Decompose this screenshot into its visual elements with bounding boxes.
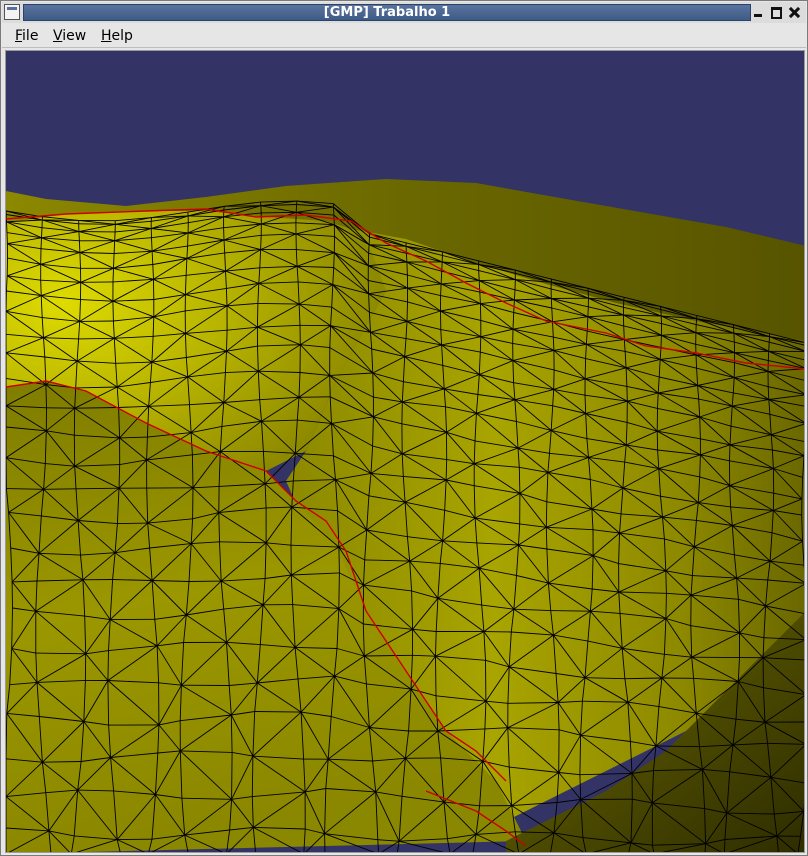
mesh-edge: [550, 298, 553, 309]
minimize-icon[interactable]: [750, 4, 766, 21]
menu-file-mnemonic: F: [15, 28, 23, 44]
menu-view-mnemonic: V: [53, 28, 63, 44]
mesh-edge: [260, 235, 262, 250]
mesh-edge: [45, 384, 47, 408]
opengl-viewport[interactable]: [5, 50, 805, 853]
mesh-edge: [695, 354, 698, 369]
mesh-edge: [550, 610, 591, 612]
mesh-edge: [479, 292, 481, 304]
mesh-edge: [405, 253, 408, 263]
menu-file-rest: ile: [22, 28, 39, 44]
mesh-edge: [440, 271, 443, 284]
mesh-edge: [43, 488, 77, 490]
terrain-render: [6, 179, 804, 852]
mesh-edge: [435, 656, 437, 696]
mesh-edge: [440, 283, 442, 296]
mesh-edge: [6, 221, 8, 233]
menu-view[interactable]: View: [53, 27, 86, 45]
mesh-edge: [298, 396, 331, 398]
mesh-edge: [261, 211, 297, 214]
mesh-edge: [518, 467, 521, 494]
mesh-edge: [112, 268, 114, 282]
mesh-edge: [338, 547, 340, 573]
mesh-edge: [187, 232, 189, 247]
mesh-edge: [231, 752, 233, 800]
mesh-edge: [623, 325, 625, 340]
mesh-edge: [803, 451, 804, 456]
mesh-edge: [479, 336, 482, 353]
mesh-edge: [665, 570, 667, 594]
mesh-edge: [79, 252, 81, 269]
mesh-edge: [75, 487, 120, 490]
mesh-edge: [695, 332, 734, 334]
mesh-edge: [338, 572, 340, 609]
maximize-icon[interactable]: [768, 4, 784, 21]
mesh-edge: [40, 280, 42, 296]
window-title: [GMP] Trabalho 1: [23, 4, 751, 21]
mesh-edge: [372, 372, 374, 398]
mesh-edge: [584, 358, 587, 379]
menu-view-rest: iew: [62, 28, 87, 44]
mesh-edge: [545, 501, 548, 528]
mesh-edge: [78, 337, 115, 340]
mesh-edge: [226, 330, 228, 352]
mesh-edge: [545, 527, 548, 550]
mesh-edge: [406, 301, 408, 322]
mesh-edge: [40, 237, 42, 249]
mesh-edge: [113, 253, 115, 269]
mesh-edge: [256, 303, 259, 328]
menu-file[interactable]: File: [15, 27, 38, 45]
mesh-edge: [767, 386, 770, 400]
mesh-edge: [513, 289, 516, 301]
title-bar[interactable]: [GMP] Trabalho 1: [2, 2, 806, 23]
mesh-edge: [333, 252, 335, 268]
mesh-edge: [724, 839, 726, 852]
mesh-edge: [113, 240, 116, 254]
mesh-edge: [556, 798, 581, 803]
mesh-edge: [552, 337, 555, 351]
mesh-edge: [665, 593, 667, 619]
mesh-edge: [112, 301, 114, 322]
mesh-edge: [803, 565, 804, 570]
mesh-edge: [768, 342, 770, 352]
menu-bar: File View Help: [2, 24, 806, 48]
mesh-edge: [117, 522, 148, 525]
mesh-edge: [107, 650, 109, 681]
mesh-edge: [251, 756, 254, 797]
mesh-edge: [478, 270, 480, 281]
mesh-edge: [729, 444, 731, 461]
mesh-edge: [151, 237, 153, 252]
menu-help[interactable]: Help: [101, 27, 133, 45]
window-controls: [750, 4, 802, 21]
mesh-edge: [225, 288, 228, 306]
mesh-edge: [78, 223, 116, 225]
mesh-edge: [254, 711, 302, 713]
window-menu-icon[interactable]: [4, 4, 20, 20]
mesh-edge: [368, 244, 370, 254]
app-window: [GMP] Trabalho 1 File View Help: [0, 0, 808, 856]
mesh-edge: [78, 231, 80, 241]
mesh-edge: [78, 240, 81, 253]
mesh-edge: [329, 375, 331, 397]
mesh-edge: [445, 459, 448, 481]
mesh-edge: [406, 261, 408, 276]
menu-help-rest: elp: [111, 28, 133, 44]
menu-help-mnemonic: H: [101, 28, 112, 44]
mesh-edge: [41, 227, 43, 238]
mesh-edge: [191, 454, 194, 488]
close-icon[interactable]: [786, 4, 802, 21]
